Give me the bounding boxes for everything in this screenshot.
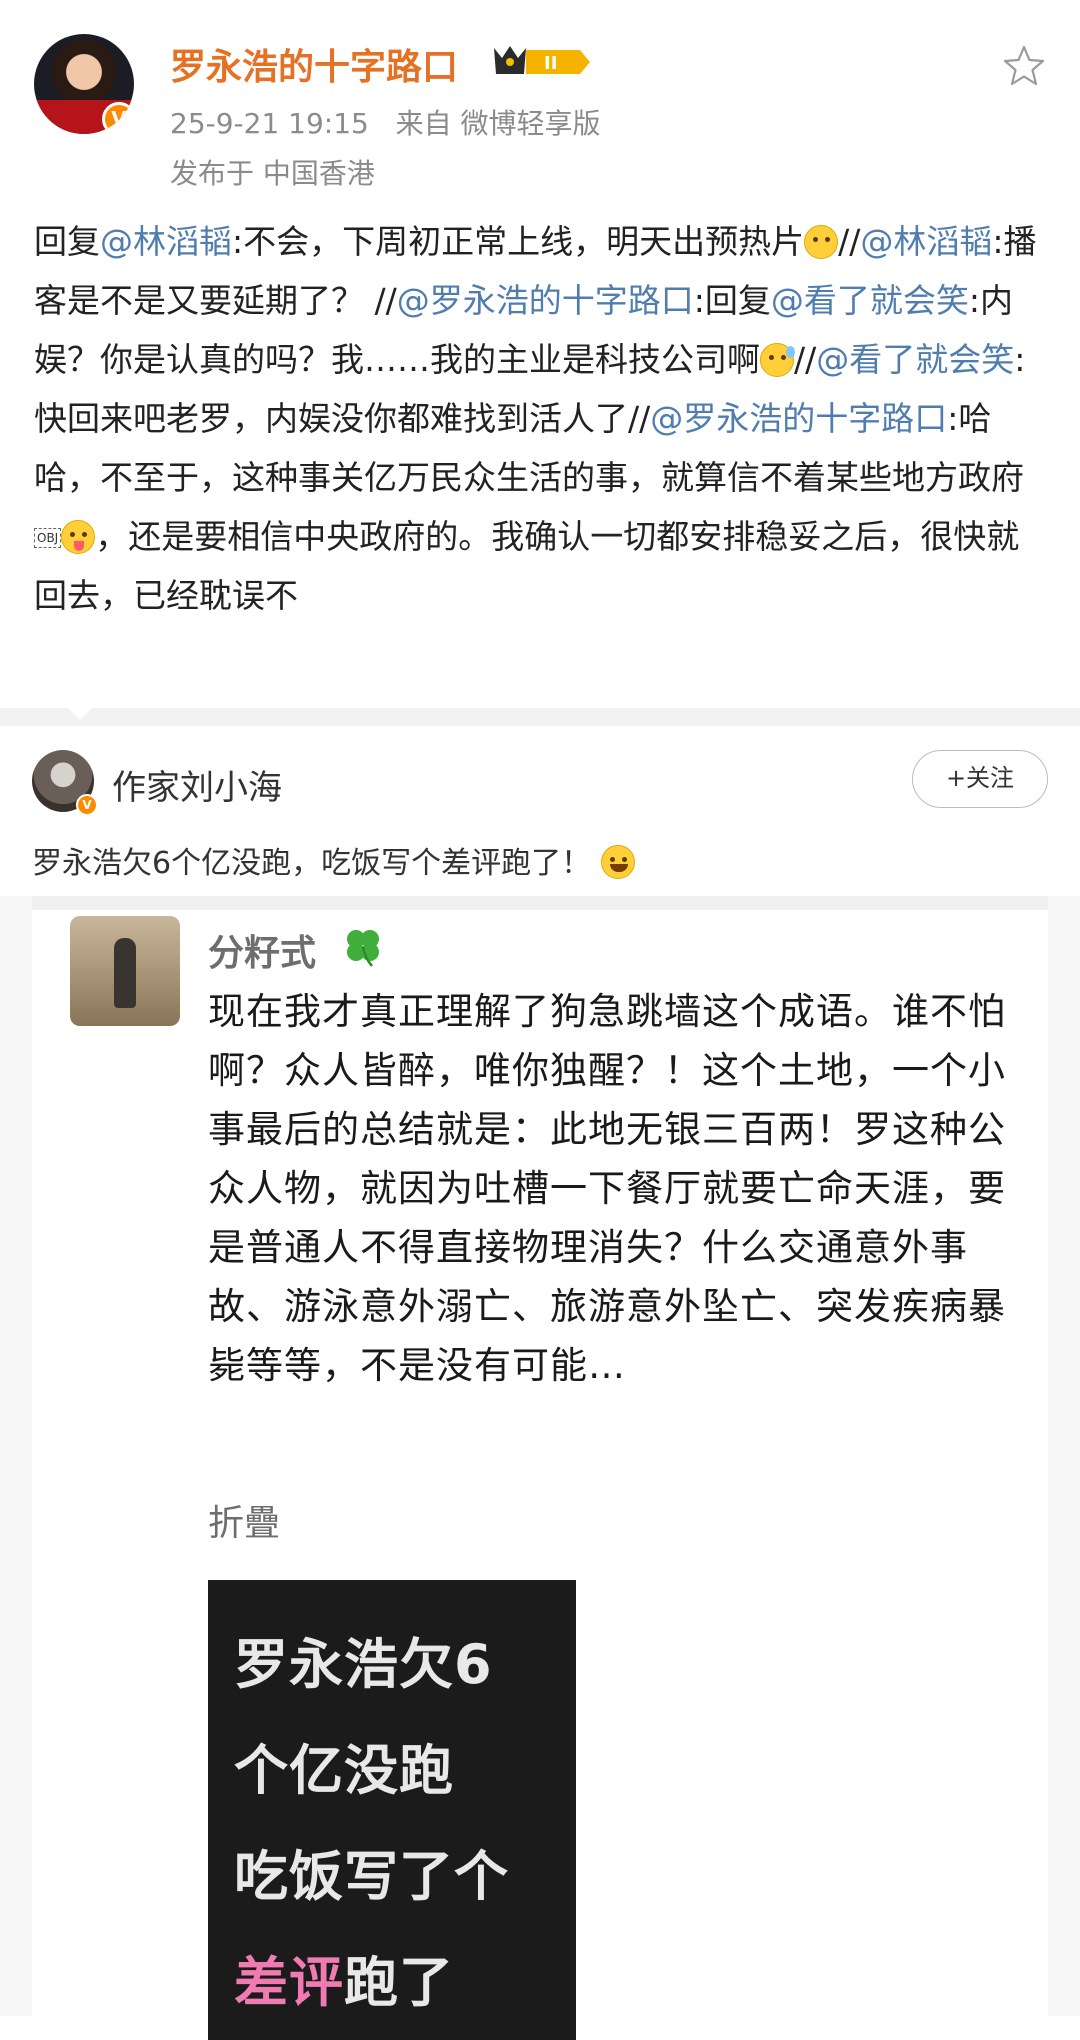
verified-icon: V (102, 102, 134, 134)
weibo-post: V 罗永浩的十字路口 II 25-9-21 19:15 来自 微博轻享版 发布于… (0, 0, 1080, 708)
commenter-avatar[interactable]: V (32, 750, 98, 816)
follow-button[interactable]: +关注 (912, 750, 1048, 808)
mention-link[interactable]: @看了就会笑 (771, 281, 969, 320)
avatar-figure (114, 938, 136, 1008)
mention-link[interactable]: @罗永浩的十字路口 (650, 399, 947, 438)
section-divider (0, 708, 1080, 726)
text-segment: // (794, 340, 817, 379)
post-location: 发布于 中国香港 (170, 157, 375, 190)
embedded-screenshot[interactable]: 分籽式 现在我才真正理解了狗急跳墙这个成语。谁不怕啊？众人皆醉，唯你独醒？！这个… (32, 896, 1048, 2040)
mention-link[interactable]: @罗永浩的十字路口 (397, 281, 694, 320)
screenshot-body: 现在我才真正理解了狗急跳墙这个成语。谁不怕啊？众人皆醉，唯你独醒？！这个土地，一… (208, 990, 1006, 1387)
verified-icon: V (76, 794, 98, 816)
author-name[interactable]: 罗永浩的十字路口 (170, 38, 458, 90)
level-text: II (544, 53, 557, 74)
post-source[interactable]: 来自 微博轻享版 (396, 107, 601, 140)
text-segment: :不会，下周初正常上线，明天出预热片 (232, 222, 805, 261)
sweat-emoji-icon (760, 343, 795, 377)
laugh-emoji-icon (600, 845, 635, 879)
comment-card: V 作家刘小海 +关注 罗永浩欠6个亿没跑，吃饭写个差评跑了！ 分籽式 现在我才… (0, 726, 1080, 2040)
star-icon[interactable] (1002, 44, 1046, 88)
author-avatar[interactable]: V (34, 34, 134, 134)
tongue-emoji-icon (61, 520, 96, 554)
meme-line-4: 差评跑了 (234, 1938, 454, 2017)
mention-link[interactable]: @林滔韬 (860, 222, 992, 261)
post-meta: 25-9-21 19:15 来自 微博轻享版 (170, 102, 600, 142)
smile-emoji-icon (804, 225, 839, 259)
mention-link[interactable]: @看了就会笑 (816, 340, 1014, 379)
text-segment: :回复 (693, 281, 771, 320)
fold-link[interactable]: 折疊 (208, 1494, 280, 1546)
commenter-name[interactable]: 作家刘小海 (112, 760, 282, 809)
comment-text-content: 罗永浩欠6个亿没跑，吃饭写个差评跑了！ (32, 846, 592, 881)
divider-notch (66, 706, 94, 720)
clover-icon (347, 930, 379, 967)
meme-line-3: 吃饭写了个 (234, 1845, 509, 1908)
crown-badge-icon[interactable]: II (492, 42, 592, 82)
meme-highlight: 差评 (234, 1951, 344, 2014)
comment-header: V 作家刘小海 +关注 罗永浩欠6个亿没跑，吃饭写个差评跑了！ (0, 726, 1080, 896)
text-segment: 回复 (34, 222, 100, 261)
text-segment: // (838, 222, 861, 261)
post-content: 回复@林滔韬:不会，下周初正常上线，明天出预热片//@林滔韬:播客是不是又要延期… (34, 212, 1050, 625)
meme-line-1: 罗永浩欠6 (234, 1633, 493, 1696)
meme-line-4-rest: 跑了 (344, 1951, 454, 2014)
screenshot-author-name: 分籽式 (208, 933, 317, 974)
comment-text: 罗永浩欠6个亿没跑，吃饭写个差评跑了！ (32, 838, 635, 882)
post-time: 25-9-21 19:15 (170, 107, 369, 140)
object-placeholder: OBJ (34, 528, 62, 548)
meme-image[interactable]: 罗永浩欠6 个亿没跑 吃饭写了个 差评跑了 (208, 1580, 576, 2040)
screenshot-avatar (70, 916, 180, 1026)
mention-link[interactable]: @林滔韬 (100, 222, 232, 261)
text-segment: ，还是要相信中央政府的。我确认一切都安排稳妥之后，很快就回去，已经耽误不 (34, 517, 1020, 615)
meme-line-2: 个亿没跑 (234, 1739, 454, 1802)
